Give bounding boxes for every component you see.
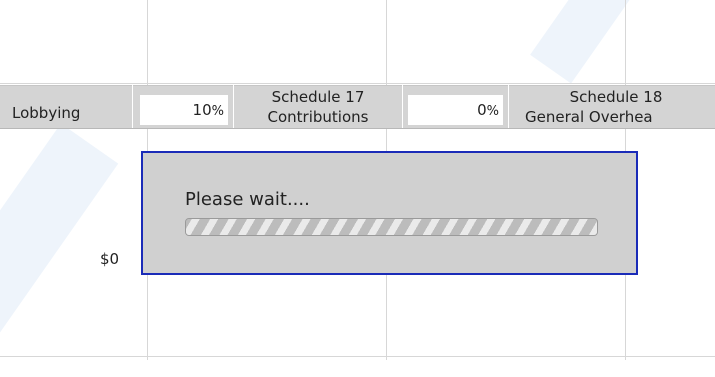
column-divider — [508, 85, 509, 128]
schedule-17-title: Schedule 17 — [271, 88, 365, 106]
schedule-17-header: Schedule 17 Contributions — [236, 87, 400, 127]
schedule-17-percent-value: 0 — [477, 101, 487, 119]
lobbying-percent-value: 10 — [192, 101, 212, 119]
progress-bar-fill — [186, 219, 597, 235]
column-divider — [402, 85, 403, 128]
grid-line — [0, 83, 715, 84]
percent-sign: % — [486, 104, 499, 119]
progress-bar — [185, 218, 598, 236]
grid-line — [0, 356, 715, 357]
schedule-17-subtitle: Contributions — [267, 108, 369, 126]
schedule-18-header: Schedule 18 General Overhea — [512, 87, 715, 127]
lobbying-percent-field[interactable]: 10% — [140, 95, 228, 125]
lobbying-amount: $0 — [100, 250, 120, 268]
schedule-18-subtitle: General Overhea — [525, 108, 653, 126]
schedule-18-title: Schedule 18 — [569, 88, 663, 106]
percent-sign: % — [211, 104, 224, 119]
column-divider — [132, 85, 133, 128]
watermark-stripe — [530, 0, 640, 84]
lobbying-header: Lobbying — [12, 104, 81, 122]
please-wait-message: Please wait.... — [185, 189, 310, 210]
please-wait-dialog: Please wait.... — [141, 151, 638, 275]
schedule-17-percent-field[interactable]: 0% — [408, 95, 503, 125]
column-divider — [233, 85, 234, 128]
